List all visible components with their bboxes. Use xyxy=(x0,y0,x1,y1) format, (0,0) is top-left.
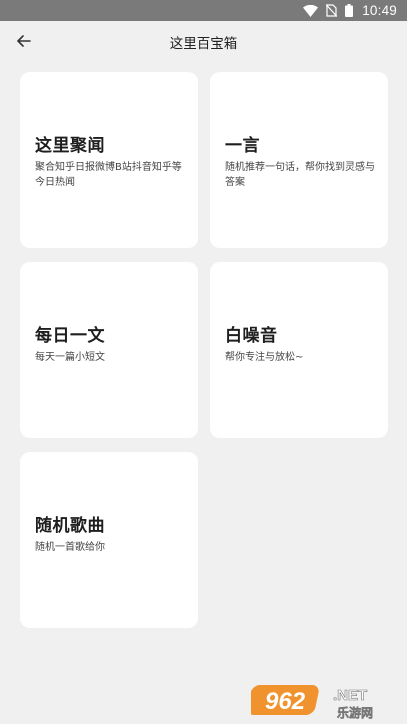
watermark-site: 乐游网 xyxy=(337,705,373,720)
wifi-icon xyxy=(303,4,319,17)
page-title: 这里百宝箱 xyxy=(169,36,238,52)
card-description: 每天一篇小短文 xyxy=(35,352,105,363)
watermark-number: 962 xyxy=(265,688,306,715)
status-bar: 10:49 xyxy=(0,0,407,21)
card-white-noise[interactable]: 白噪音 帮你专注与放松~ xyxy=(210,262,388,438)
card-yiyan[interactable]: 一言 随机推荐一句话，帮你找到灵感与答案 xyxy=(210,72,388,248)
card-description: 随机一首歌给你 xyxy=(35,542,105,553)
battery-icon xyxy=(345,4,354,17)
watermark-logo: 962 .NET 乐游网 xyxy=(247,681,401,721)
app-bar: 这里百宝箱 xyxy=(0,21,407,61)
card-title: 这里聚闻 xyxy=(35,136,105,156)
card-description: 聚合知乎日报微博B站抖音知乎等今日热闻 xyxy=(35,162,182,188)
card-description: 随机推荐一句话，帮你找到灵感与答案 xyxy=(225,162,375,188)
card-title: 随机歌曲 xyxy=(35,516,105,536)
card-title: 一言 xyxy=(225,136,260,156)
card-daily-article[interactable]: 每日一文 每天一篇小短文 xyxy=(20,262,198,438)
card-news[interactable]: 这里聚闻 聚合知乎日报微博B站抖音知乎等今日热闻 xyxy=(20,72,198,248)
status-time: 10:49 xyxy=(362,3,397,18)
watermark-suffix: .NET xyxy=(333,687,367,704)
card-title: 白噪音 xyxy=(225,326,278,346)
card-random-song[interactable]: 随机歌曲 随机一首歌给你 xyxy=(20,452,198,628)
card-title: 每日一文 xyxy=(35,326,105,346)
no-sim-icon xyxy=(326,4,338,17)
card-description: 帮你专注与放松~ xyxy=(225,352,304,363)
